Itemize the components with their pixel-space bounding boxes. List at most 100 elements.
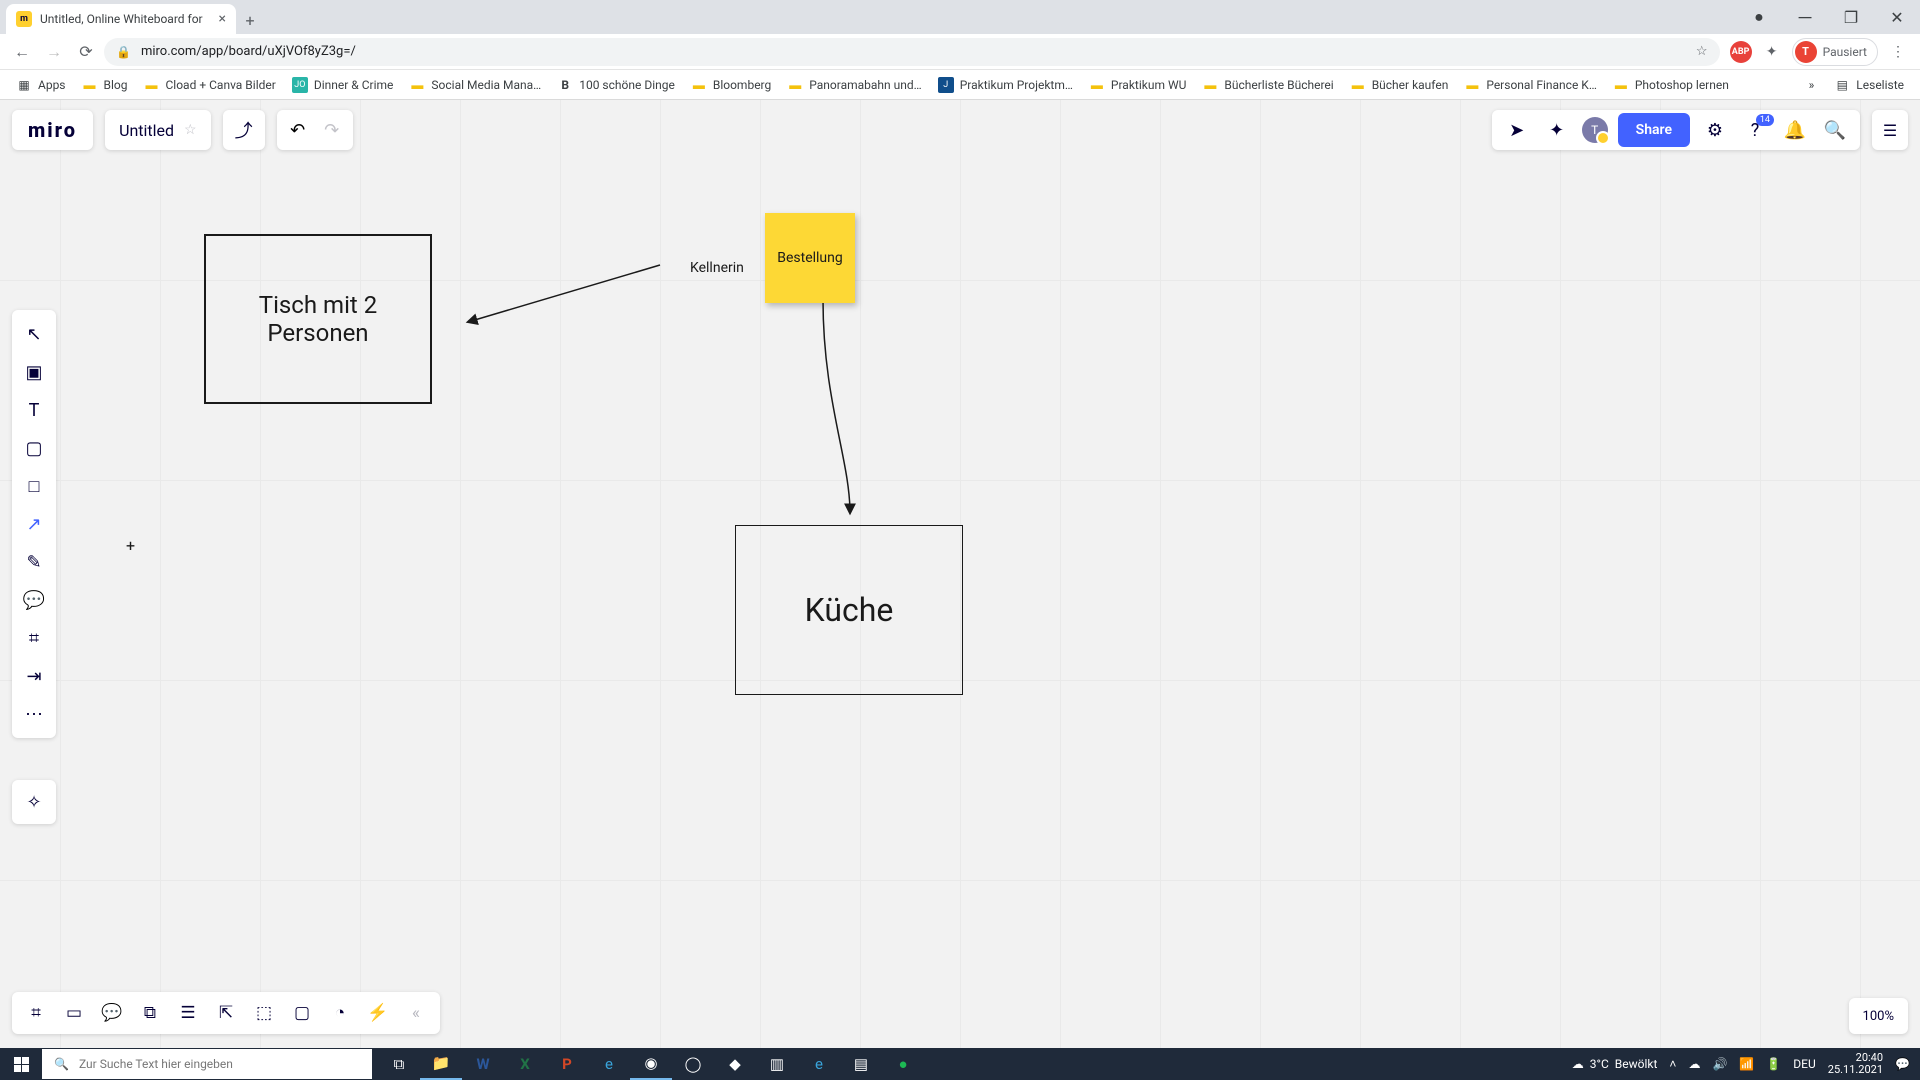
nav-reload-button[interactable]: ⟳ xyxy=(72,38,100,66)
select-tool[interactable]: ↖ xyxy=(16,316,52,352)
bookmark-item[interactable]: ▬Cload + Canva Bilder xyxy=(137,73,281,97)
onedrive-icon[interactable]: ☁ xyxy=(1688,1057,1700,1071)
settings-sliders-icon[interactable]: ⚙ xyxy=(1700,120,1730,141)
upload-tool[interactable]: ⇥ xyxy=(16,658,52,694)
cards-icon[interactable]: ⧉ xyxy=(132,995,168,1031)
search-icon[interactable]: 🔍 xyxy=(1820,120,1850,141)
window-minimize-icon[interactable]: ─ xyxy=(1782,2,1828,32)
user-avatar-icon[interactable]: T xyxy=(1582,117,1608,143)
bookmark-item[interactable]: ▬Bloomberg xyxy=(685,73,777,97)
collapse-toolbar-icon[interactable]: « xyxy=(398,995,434,1031)
powerpoint-icon[interactable]: P xyxy=(546,1048,588,1080)
obs-icon[interactable]: ◯ xyxy=(672,1048,714,1080)
board-title-pill[interactable]: Untitled ☆ xyxy=(105,110,211,150)
taskbar-clock[interactable]: 20:40 25.11.2021 xyxy=(1828,1052,1883,1076)
canvas-box-tisch[interactable]: Tisch mit 2Personen xyxy=(204,234,432,404)
notifications-bell-icon[interactable]: 🔔 xyxy=(1780,120,1810,141)
more-tools[interactable]: ⋯ xyxy=(16,696,52,732)
bookmark-item[interactable]: ▬Panoramabahn und… xyxy=(781,73,927,97)
pen-tool[interactable]: ✎ xyxy=(16,544,52,580)
favorite-star-icon[interactable]: ☆ xyxy=(184,122,197,138)
miro-logo[interactable]: miro xyxy=(12,110,93,150)
apps-button[interactable]: ▦Apps xyxy=(10,73,72,97)
bookmark-item[interactable]: ▬Bücher kaufen xyxy=(1344,73,1455,97)
voting-icon[interactable]: ⚡ xyxy=(360,995,396,1031)
sticky-tool[interactable]: ▢ xyxy=(16,430,52,466)
action-center-icon[interactable]: 💬 xyxy=(1895,1057,1910,1071)
bookmark-item[interactable]: JODinner & Crime xyxy=(286,73,400,97)
smart-draw-tool[interactable]: ✧ xyxy=(12,780,56,824)
weather-widget[interactable]: ☁ 3°C Bewölkt xyxy=(1572,1057,1658,1071)
screen-share-icon[interactable]: ▢ xyxy=(284,995,320,1031)
reactions-icon[interactable]: ✦ xyxy=(1542,120,1572,141)
canvas-sticky-bestellung[interactable]: Bestellung xyxy=(765,213,855,303)
excel-icon[interactable]: X xyxy=(504,1048,546,1080)
redo-button[interactable]: ↷ xyxy=(317,120,347,141)
notepad-icon[interactable]: ▤ xyxy=(840,1048,882,1080)
browser-tab[interactable]: m Untitled, Online Whiteboard for × xyxy=(6,4,236,34)
frame-tool[interactable]: ⌗ xyxy=(16,620,52,656)
activity-panel-toggle[interactable]: ☰ xyxy=(1872,110,1908,150)
new-tab-button[interactable]: + xyxy=(236,6,264,34)
line-tool[interactable]: ↗ xyxy=(16,506,52,542)
export-frame-icon[interactable]: ⇱ xyxy=(208,995,244,1031)
window-close-icon[interactable]: ✕ xyxy=(1874,2,1920,32)
canvas-box-kueche[interactable]: Küche xyxy=(735,525,963,695)
chrome-account-dot-icon[interactable]: ● xyxy=(1736,2,1782,32)
timer-icon[interactable]: ◔ xyxy=(322,995,358,1031)
comments-panel-icon[interactable]: 💬 xyxy=(94,995,130,1031)
canvas-text-kellnerin[interactable]: Kellnerin xyxy=(690,260,744,276)
help-icon[interactable]: ?14 xyxy=(1740,120,1770,141)
spotify-icon[interactable]: ● xyxy=(882,1048,924,1080)
share-button[interactable]: Share xyxy=(1618,113,1690,147)
zoom-indicator[interactable]: 100% xyxy=(1849,998,1908,1034)
omnibox[interactable]: 🔒 miro.com/app/board/uXjVOf8yZ3g=/ ☆ xyxy=(104,38,1720,66)
language-indicator[interactable]: DEU xyxy=(1793,1057,1815,1071)
adblock-icon[interactable]: ABP xyxy=(1730,41,1752,63)
presentation-icon[interactable]: ▭ xyxy=(56,995,92,1031)
taskbar-search[interactable]: 🔍 Zur Suche Text hier eingeben xyxy=(42,1049,372,1079)
bookmark-item[interactable]: ▬Bücherliste Bücherei xyxy=(1196,73,1339,97)
star-bookmark-icon[interactable]: ☆ xyxy=(1696,44,1708,59)
nav-forward-button[interactable]: → xyxy=(40,38,68,66)
edge-icon[interactable]: e xyxy=(798,1048,840,1080)
embed-icon[interactable]: ⬚ xyxy=(246,995,282,1031)
bookmark-item[interactable]: ▬Blog xyxy=(76,73,134,97)
bookmarks-overflow-button[interactable]: » xyxy=(1803,74,1821,96)
list-icon[interactable]: ☰ xyxy=(170,995,206,1031)
canvas-add-hint-icon[interactable]: + xyxy=(126,536,135,555)
window-maximize-icon[interactable]: ❐ xyxy=(1828,2,1874,32)
reading-list-button[interactable]: ▤Leseliste xyxy=(1828,73,1910,97)
tray-chevron-icon[interactable]: ˄ xyxy=(1669,1057,1676,1071)
app-icon[interactable]: ▥ xyxy=(756,1048,798,1080)
task-view-icon[interactable]: ⧉ xyxy=(378,1048,420,1080)
nav-back-button[interactable]: ← xyxy=(8,38,36,66)
frames-panel-icon[interactable]: ⌗ xyxy=(18,995,54,1031)
templates-tool[interactable]: ▣ xyxy=(16,354,52,390)
miro-canvas[interactable]: Tisch mit 2Personen Kellnerin Bestellung… xyxy=(0,100,1920,1048)
bookmark-item[interactable]: ▬Praktikum WU xyxy=(1083,73,1192,97)
wifi-icon[interactable]: 📶 xyxy=(1739,1057,1754,1071)
bookmark-item[interactable]: ▬Personal Finance K… xyxy=(1458,73,1603,97)
volume-icon[interactable]: 🔊 xyxy=(1712,1057,1727,1071)
shape-tool[interactable]: □ xyxy=(16,468,52,504)
bookmark-item[interactable]: ▬Photoshop lernen xyxy=(1607,73,1735,97)
bookmark-item[interactable]: JPraktikum Projektm… xyxy=(932,73,1079,97)
cursor-mode-icon[interactable]: ➤ xyxy=(1502,120,1532,141)
text-tool[interactable]: T xyxy=(16,392,52,428)
extensions-icon[interactable]: ✦ xyxy=(1758,38,1786,66)
word-icon[interactable]: W xyxy=(462,1048,504,1080)
undo-button[interactable]: ↶ xyxy=(283,120,313,141)
bookmark-item[interactable]: ▬Social Media Mana… xyxy=(403,73,547,97)
export-button[interactable]: ⤴ xyxy=(223,110,265,150)
start-button[interactable] xyxy=(0,1048,42,1080)
chrome-menu-icon[interactable]: ⋮ xyxy=(1884,38,1912,66)
tab-close-icon[interactable]: × xyxy=(219,11,226,27)
chrome-icon[interactable]: ◉ xyxy=(630,1048,672,1080)
battery-icon[interactable]: 🔋 xyxy=(1766,1057,1781,1071)
app-icon[interactable]: ◆ xyxy=(714,1048,756,1080)
edge-legacy-icon[interactable]: e xyxy=(588,1048,630,1080)
comment-tool[interactable]: 💬 xyxy=(16,582,52,618)
file-explorer-icon[interactable]: 📁 xyxy=(420,1048,462,1080)
bookmark-item[interactable]: B100 schöne Dinge xyxy=(551,73,681,97)
